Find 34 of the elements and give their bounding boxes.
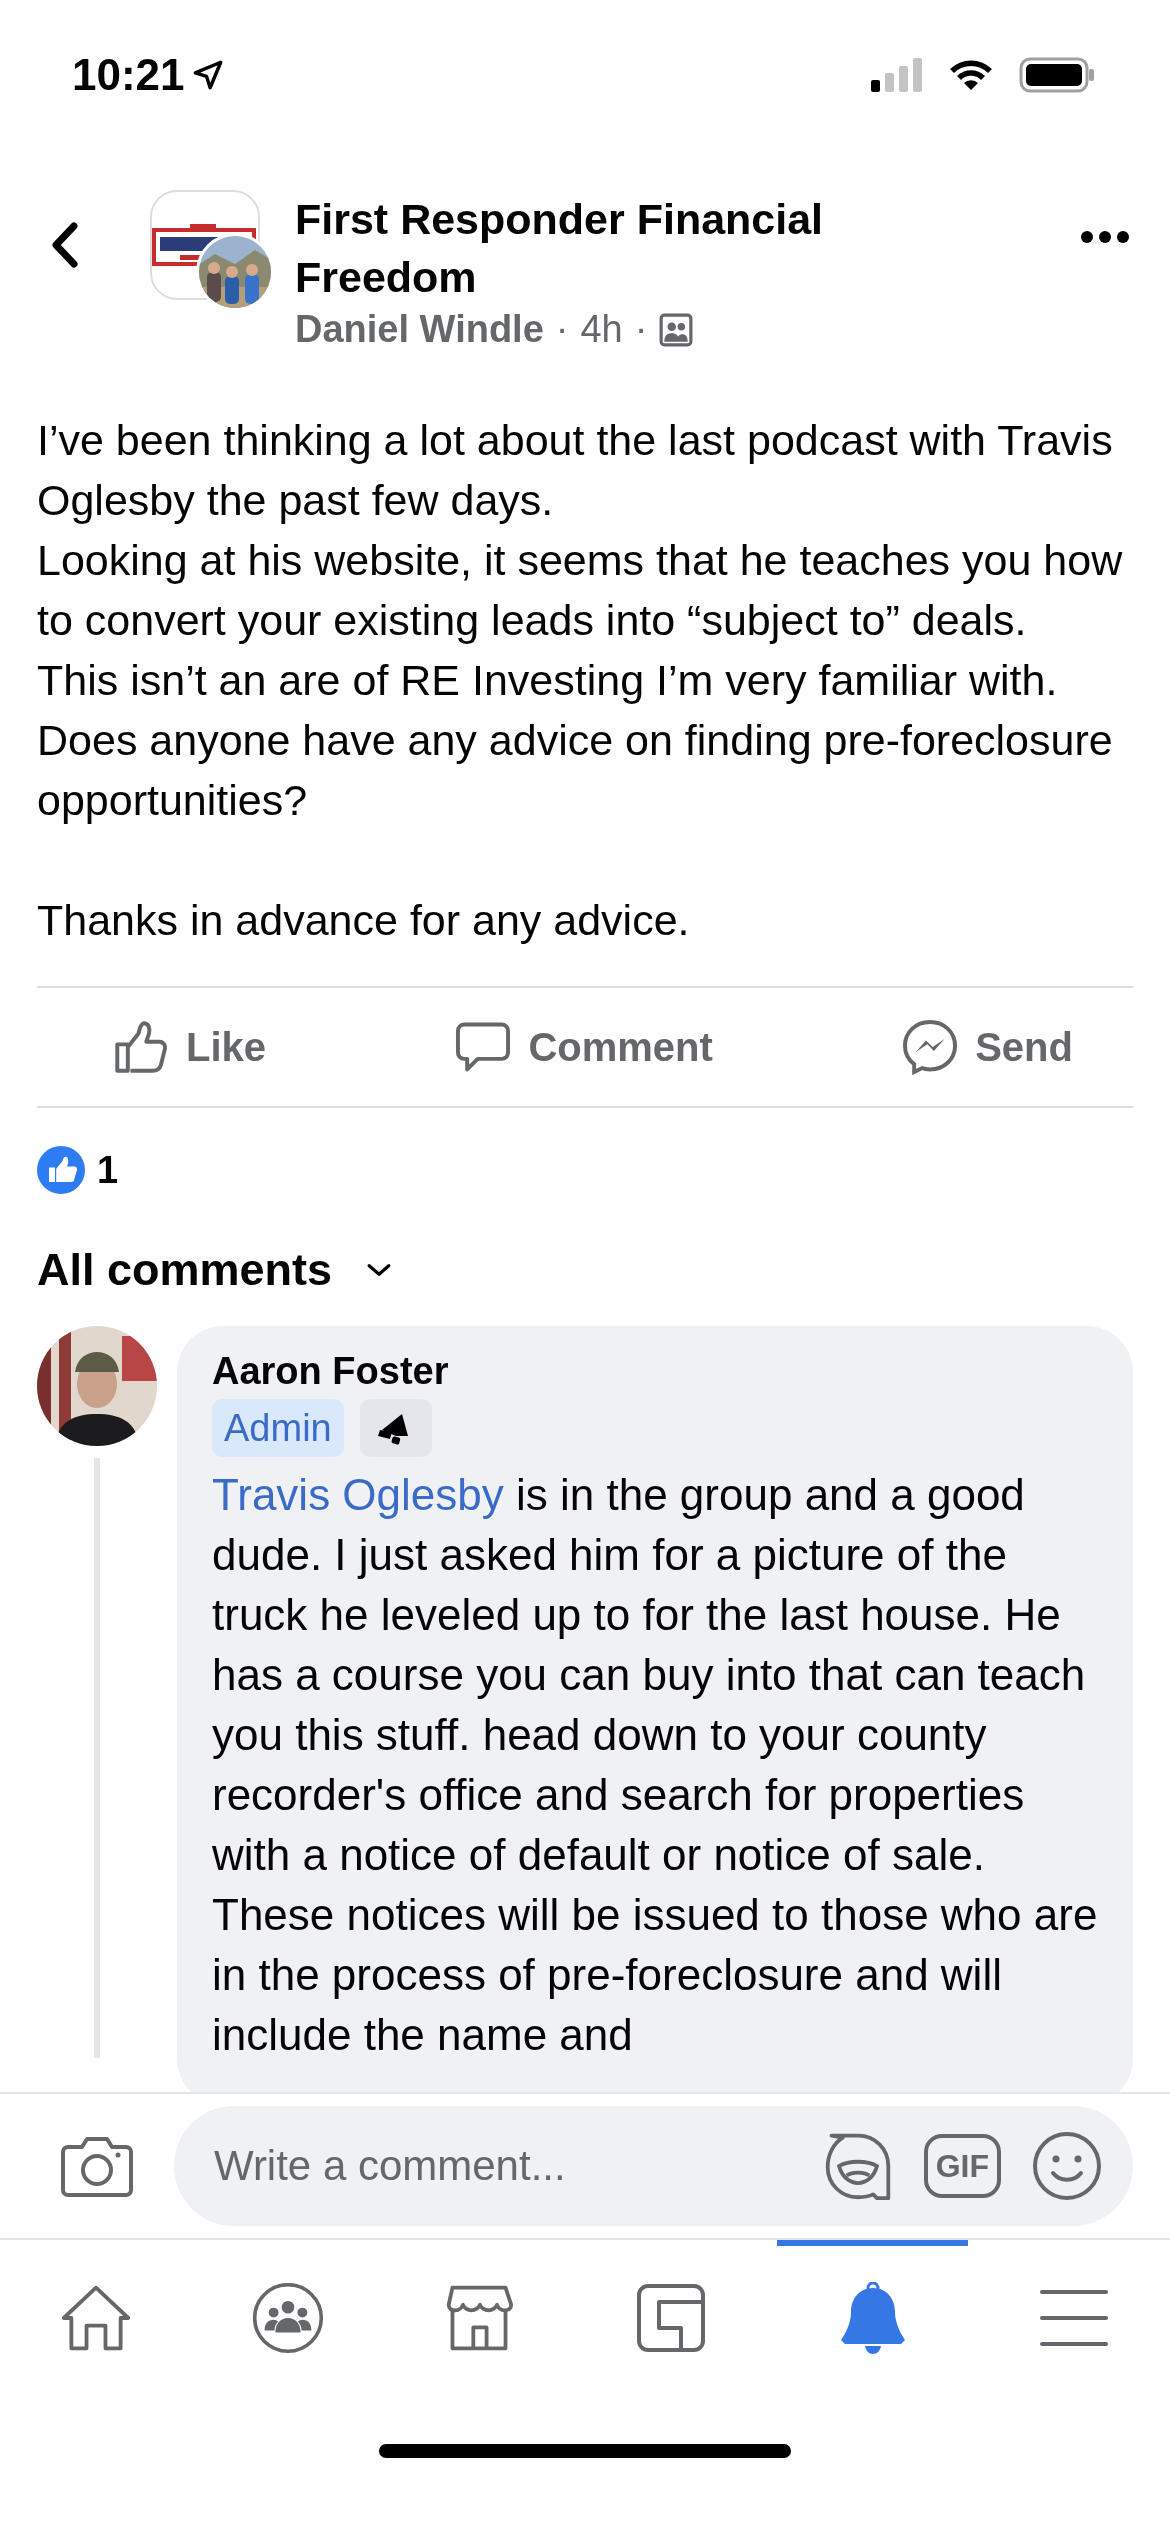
comment-button[interactable]: Comment <box>454 1018 713 1076</box>
post-text: Looking at his website, it seems that he teaches you how to convert your existing leads into “subject to” deals. <box>37 535 1124 646</box>
like-reaction-icon <box>37 1146 85 1194</box>
messenger-icon <box>901 1018 960 1076</box>
feeds-icon <box>634 2282 707 2354</box>
like-button[interactable]: Like <box>112 1018 267 1076</box>
send-button[interactable]: Send <box>901 1018 1073 1076</box>
comments-filter-dropdown[interactable]: All comments <box>37 1244 393 1296</box>
post-time: 4h <box>580 308 623 351</box>
post-text: This isn’t an are of RE Investing I’m very familiar with. <box>37 655 1059 706</box>
battery-icon <box>1019 57 1095 93</box>
thumbs-up-icon <box>112 1018 170 1076</box>
author-name[interactable]: Daniel Windle <box>295 308 544 351</box>
post-text: I’ve been thinking a lot about the last podcast with Travis Oglesby the past few days. <box>37 415 1114 526</box>
mention-link[interactable]: Travis Oglesby <box>212 1470 504 1519</box>
separator: · <box>634 308 648 351</box>
emoji-icon[interactable] <box>1031 2130 1103 2202</box>
comment-text: Travis Oglesby is in the group and a good dude. I just asked him for a picture of the truck he leveled up to for the last house. He has a course you can buy into that can teach you this stuff. head down to your county recorder's office and search for properties with a notice of default or notice of sale. These notices will be issued to those who are in the process of pre-foreclosure and will include the name and <box>212 1469 1099 2061</box>
chevron-down-icon <box>366 1262 393 1278</box>
more-icon[interactable] <box>1080 230 1130 244</box>
commenter-name[interactable]: Aaron Foster <box>212 1350 1103 1393</box>
comment-input-field[interactable]: Write a comment... GIF <box>174 2106 1133 2226</box>
members-icon <box>659 312 694 347</box>
admin-badge: Admin <box>212 1399 344 1457</box>
gif-button[interactable]: GIF <box>923 2134 1001 2198</box>
post-text: Does anyone have any advice on finding pre-foreclosure opportunities? <box>37 715 1114 826</box>
groups-icon <box>251 2282 324 2354</box>
status-time: 10:21 <box>72 50 185 100</box>
reaction-count[interactable]: 1 <box>97 1148 119 1192</box>
back-icon[interactable] <box>50 220 80 270</box>
signal-icon <box>871 58 923 92</box>
separator: · <box>555 308 569 351</box>
post-text: Thanks in advance for any advice. <box>37 895 691 946</box>
group-name[interactable]: First Responder Financial Freedom <box>295 190 895 306</box>
